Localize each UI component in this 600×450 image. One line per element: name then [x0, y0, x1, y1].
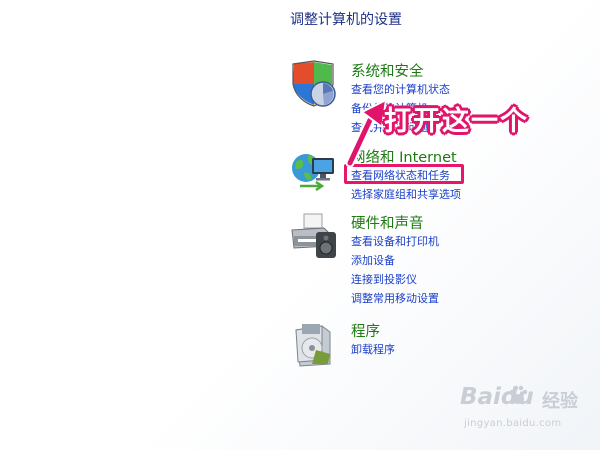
- link-add-device[interactable]: 添加设备: [351, 251, 439, 270]
- category-title-security[interactable]: 系统和安全: [351, 60, 424, 81]
- link-mobility-settings[interactable]: 调整常用移动设置: [351, 289, 439, 308]
- network-icon[interactable]: [290, 146, 338, 194]
- annotation-label: 打开这一个: [384, 106, 529, 137]
- link-connect-projector[interactable]: 连接到投影仪: [351, 270, 439, 289]
- baidu-watermark: Baidu 经验 jingyan.baidu.com: [460, 384, 596, 436]
- paw-icon: [509, 385, 528, 404]
- category-title-programs[interactable]: 程序: [351, 320, 380, 341]
- watermark-suffix: 经验: [542, 391, 578, 412]
- link-view-devices-printers[interactable]: 查看设备和打印机: [351, 232, 439, 251]
- link-view-computer-status[interactable]: 查看您的计算机状态: [351, 80, 450, 99]
- programs-icon[interactable]: [290, 320, 338, 368]
- page-title: 调整计算机的设置: [290, 12, 402, 28]
- link-view-network-status[interactable]: 查看网络状态和任务: [351, 166, 461, 185]
- printer-icon[interactable]: [290, 212, 338, 260]
- shield-icon[interactable]: [290, 60, 338, 108]
- watermark-url: jingyan.baidu.com: [464, 418, 562, 429]
- category-title-network[interactable]: 网络和 Internet: [351, 146, 457, 167]
- link-homegroup-sharing[interactable]: 选择家庭组和共享选项: [351, 185, 461, 204]
- link-uninstall-program[interactable]: 卸载程序: [351, 340, 395, 359]
- category-title-hardware[interactable]: 硬件和声音: [351, 212, 424, 233]
